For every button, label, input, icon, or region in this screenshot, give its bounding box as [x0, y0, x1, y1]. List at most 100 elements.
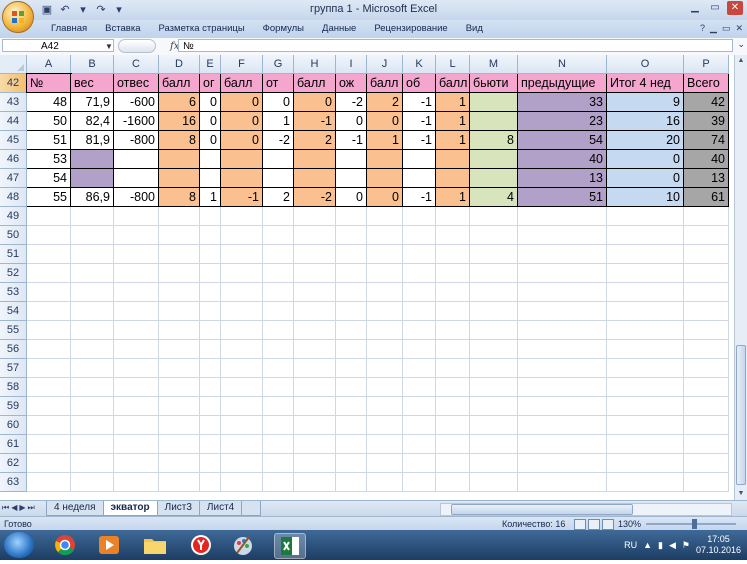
cell-i42[interactable]: ож: [336, 74, 367, 93]
cell-h42[interactable]: балл: [294, 74, 336, 93]
row-header[interactable]: 50: [0, 226, 27, 245]
empty-cell[interactable]: [367, 416, 403, 435]
cell-j43[interactable]: 2: [367, 93, 403, 112]
minimize-icon[interactable]: ▁: [687, 1, 703, 15]
cell-d43[interactable]: 6: [159, 93, 200, 112]
empty-cell[interactable]: [336, 435, 367, 454]
empty-cell[interactable]: [71, 340, 114, 359]
cell-k45[interactable]: -1: [403, 131, 436, 150]
tab-insert[interactable]: Вставка: [96, 23, 149, 34]
empty-cell[interactable]: [114, 473, 159, 492]
empty-cell[interactable]: [684, 435, 729, 454]
empty-cell[interactable]: [336, 359, 367, 378]
language-indicator[interactable]: RU: [624, 540, 637, 550]
cell-j44[interactable]: 0: [367, 112, 403, 131]
empty-cell[interactable]: [200, 473, 221, 492]
cell-d46[interactable]: [159, 150, 200, 169]
horizontal-scroll-thumb[interactable]: [451, 504, 633, 515]
empty-cell[interactable]: [470, 264, 518, 283]
column-header-h[interactable]: H: [294, 55, 336, 74]
select-all-corner[interactable]: [0, 55, 27, 74]
cell-m45[interactable]: 8: [470, 131, 518, 150]
empty-cell[interactable]: [71, 378, 114, 397]
cell-i44[interactable]: 0: [336, 112, 367, 131]
cell-g44[interactable]: 1: [263, 112, 294, 131]
empty-cell[interactable]: [336, 302, 367, 321]
tab-review[interactable]: Рецензирование: [365, 23, 456, 34]
empty-cell[interactable]: [114, 416, 159, 435]
empty-cell[interactable]: [436, 207, 470, 226]
cell-o45[interactable]: 20: [607, 131, 684, 150]
cell-n46[interactable]: 40: [518, 150, 607, 169]
insert-sheet-button[interactable]: [241, 501, 262, 516]
empty-cell[interactable]: [114, 264, 159, 283]
empty-cell[interactable]: [71, 321, 114, 340]
cell-g47[interactable]: [263, 169, 294, 188]
empty-cell[interactable]: [294, 283, 336, 302]
cell-n47[interactable]: 13: [518, 169, 607, 188]
empty-cell[interactable]: [518, 264, 607, 283]
cell-h44[interactable]: -1: [294, 112, 336, 131]
empty-cell[interactable]: [403, 321, 436, 340]
cell-o43[interactable]: 9: [607, 93, 684, 112]
empty-cell[interactable]: [294, 397, 336, 416]
cell-d48[interactable]: 8: [159, 188, 200, 207]
empty-cell[interactable]: [159, 264, 200, 283]
file-explorer-icon[interactable]: [140, 533, 170, 557]
network-icon[interactable]: ▮: [658, 540, 663, 551]
empty-cell[interactable]: [518, 378, 607, 397]
empty-cell[interactable]: [200, 378, 221, 397]
cell-b44[interactable]: 82,4: [71, 112, 114, 131]
empty-cell[interactable]: [200, 264, 221, 283]
empty-cell[interactable]: [470, 340, 518, 359]
cell-k43[interactable]: -1: [403, 93, 436, 112]
name-box[interactable]: A42: [2, 39, 114, 52]
empty-cell[interactable]: [684, 283, 729, 302]
cell-j48[interactable]: 0: [367, 188, 403, 207]
tray-arrow-icon[interactable]: ▲: [643, 540, 652, 550]
cell-j42[interactable]: балл: [367, 74, 403, 93]
cell-c46[interactable]: [114, 150, 159, 169]
empty-cell[interactable]: [294, 226, 336, 245]
name-box-dropdown-icon[interactable]: ▼: [105, 39, 113, 54]
empty-cell[interactable]: [518, 321, 607, 340]
cell-e48[interactable]: 1: [200, 188, 221, 207]
empty-cell[interactable]: [263, 435, 294, 454]
column-header-k[interactable]: K: [403, 55, 436, 74]
empty-cell[interactable]: [470, 473, 518, 492]
empty-cell[interactable]: [114, 340, 159, 359]
cell-o47[interactable]: 0: [607, 169, 684, 188]
column-header-p[interactable]: P: [684, 55, 729, 74]
empty-cell[interactable]: [27, 302, 71, 321]
empty-cell[interactable]: [607, 302, 684, 321]
empty-cell[interactable]: [607, 359, 684, 378]
empty-cell[interactable]: [518, 397, 607, 416]
empty-cell[interactable]: [221, 454, 263, 473]
cell-e47[interactable]: [200, 169, 221, 188]
empty-cell[interactable]: [294, 435, 336, 454]
empty-cell[interactable]: [403, 378, 436, 397]
row-header[interactable]: 54: [0, 302, 27, 321]
row-header[interactable]: 43: [0, 93, 27, 112]
empty-cell[interactable]: [470, 378, 518, 397]
empty-cell[interactable]: [684, 359, 729, 378]
cell-g48[interactable]: 2: [263, 188, 294, 207]
cell-l45[interactable]: 1: [436, 131, 470, 150]
empty-cell[interactable]: [336, 321, 367, 340]
cell-k44[interactable]: -1: [403, 112, 436, 131]
empty-cell[interactable]: [221, 302, 263, 321]
empty-cell[interactable]: [607, 226, 684, 245]
empty-cell[interactable]: [403, 454, 436, 473]
empty-cell[interactable]: [336, 340, 367, 359]
cell-i47[interactable]: [336, 169, 367, 188]
empty-cell[interactable]: [470, 245, 518, 264]
empty-cell[interactable]: [27, 321, 71, 340]
empty-cell[interactable]: [436, 454, 470, 473]
empty-cell[interactable]: [336, 226, 367, 245]
empty-cell[interactable]: [607, 245, 684, 264]
row-header[interactable]: 46: [0, 150, 27, 169]
volume-icon[interactable]: ◀: [669, 540, 676, 551]
empty-cell[interactable]: [27, 359, 71, 378]
empty-cell[interactable]: [71, 245, 114, 264]
cell-p42[interactable]: Всего: [684, 74, 729, 93]
